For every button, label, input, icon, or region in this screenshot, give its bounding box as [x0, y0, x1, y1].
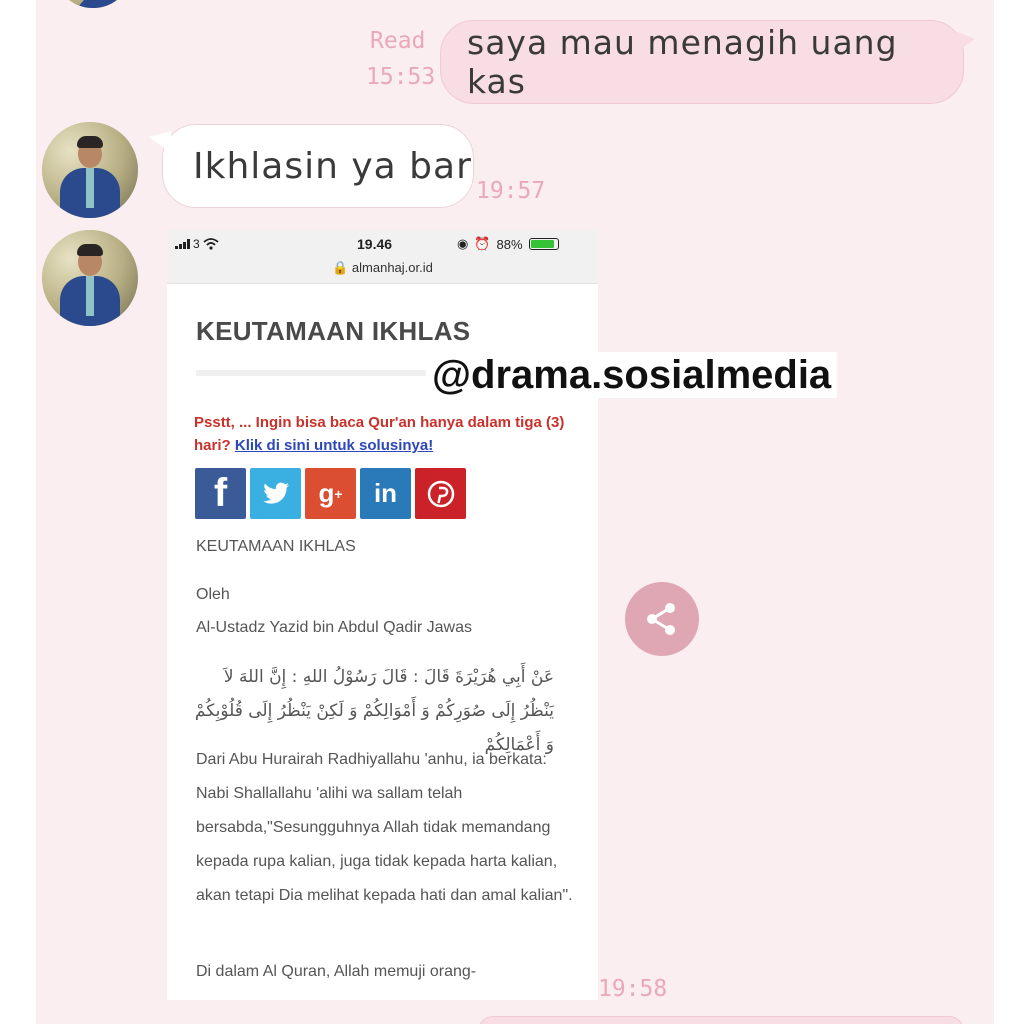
twitter-icon: [250, 468, 301, 519]
battery-percent: 88%: [496, 236, 523, 252]
article-paragraph: Di dalam Al Quran, Allah memuji orang-: [196, 963, 477, 980]
status-time: 19.46: [357, 236, 393, 252]
pinterest-icon: [415, 468, 466, 519]
battery-icon: [528, 238, 559, 250]
read-status: Read: [370, 28, 426, 54]
shared-image-message[interactable]: 3 19.46 ◉ ⏰ 88% 🔒 almanhaj.or.id KEUTAMA…: [167, 230, 598, 1000]
author-name: Al-Ustadz Yazid bin Abdul Qadir Jawas: [196, 619, 472, 636]
avatar[interactable]: [58, 0, 128, 8]
linkedin-icon: in: [360, 468, 411, 519]
avatar[interactable]: [42, 230, 138, 326]
phone-status-bar: 3 19.46 ◉ ⏰ 88% 🔒 almanhaj.or.id: [167, 230, 598, 284]
alarm-icon: ⏰: [474, 236, 491, 251]
outgoing-message-bubble[interactable]: [478, 1016, 964, 1024]
article-heading: KEUTAMAAN IKHLAS: [196, 538, 356, 555]
signal-icon: [175, 239, 190, 249]
message-time: 15:53: [366, 64, 436, 90]
message-time: 19:57: [476, 178, 546, 204]
orientation-lock-icon: ◉: [457, 236, 469, 251]
url-text: almanhaj.or.id: [351, 260, 433, 275]
promo-link: Klik di sini untuk solusinya!: [234, 437, 434, 454]
share-button[interactable]: [625, 582, 699, 656]
watermark: @drama.sosialmedia: [426, 352, 838, 398]
signal-indicator: 3: [175, 237, 219, 251]
social-share-buttons: f g + in: [195, 468, 466, 519]
message-text: Ikhlasin ya bar: [193, 145, 472, 187]
message-text: saya mau menagih uang kas: [467, 23, 898, 101]
status-right: ◉ ⏰ 88%: [457, 236, 559, 252]
lock-icon: 🔒: [332, 260, 349, 275]
facebook-icon: f: [195, 468, 246, 519]
article-paragraph: Dari Abu Hurairah Radhiyallahu 'anhu, ia…: [196, 751, 573, 904]
incoming-message-bubble[interactable]: Ikhlasin ya bar: [149, 124, 474, 208]
message-time: 19:58: [598, 976, 668, 1002]
promo-text: Psstt, ... Ingin bisa baca Qur'an hanya …: [194, 411, 584, 457]
url-bar: 🔒 almanhaj.or.id: [167, 260, 598, 276]
carrier-label: 3: [193, 237, 200, 251]
google-plus-icon: g +: [305, 468, 356, 519]
page-title: KEUTAMAAN IKHLAS: [196, 316, 471, 346]
avatar[interactable]: [42, 122, 138, 218]
share-icon: [647, 603, 675, 635]
by-label: Oleh: [196, 586, 230, 603]
outgoing-message-bubble[interactable]: saya mau menagih uang kas: [440, 20, 975, 104]
wifi-icon: [203, 238, 219, 250]
